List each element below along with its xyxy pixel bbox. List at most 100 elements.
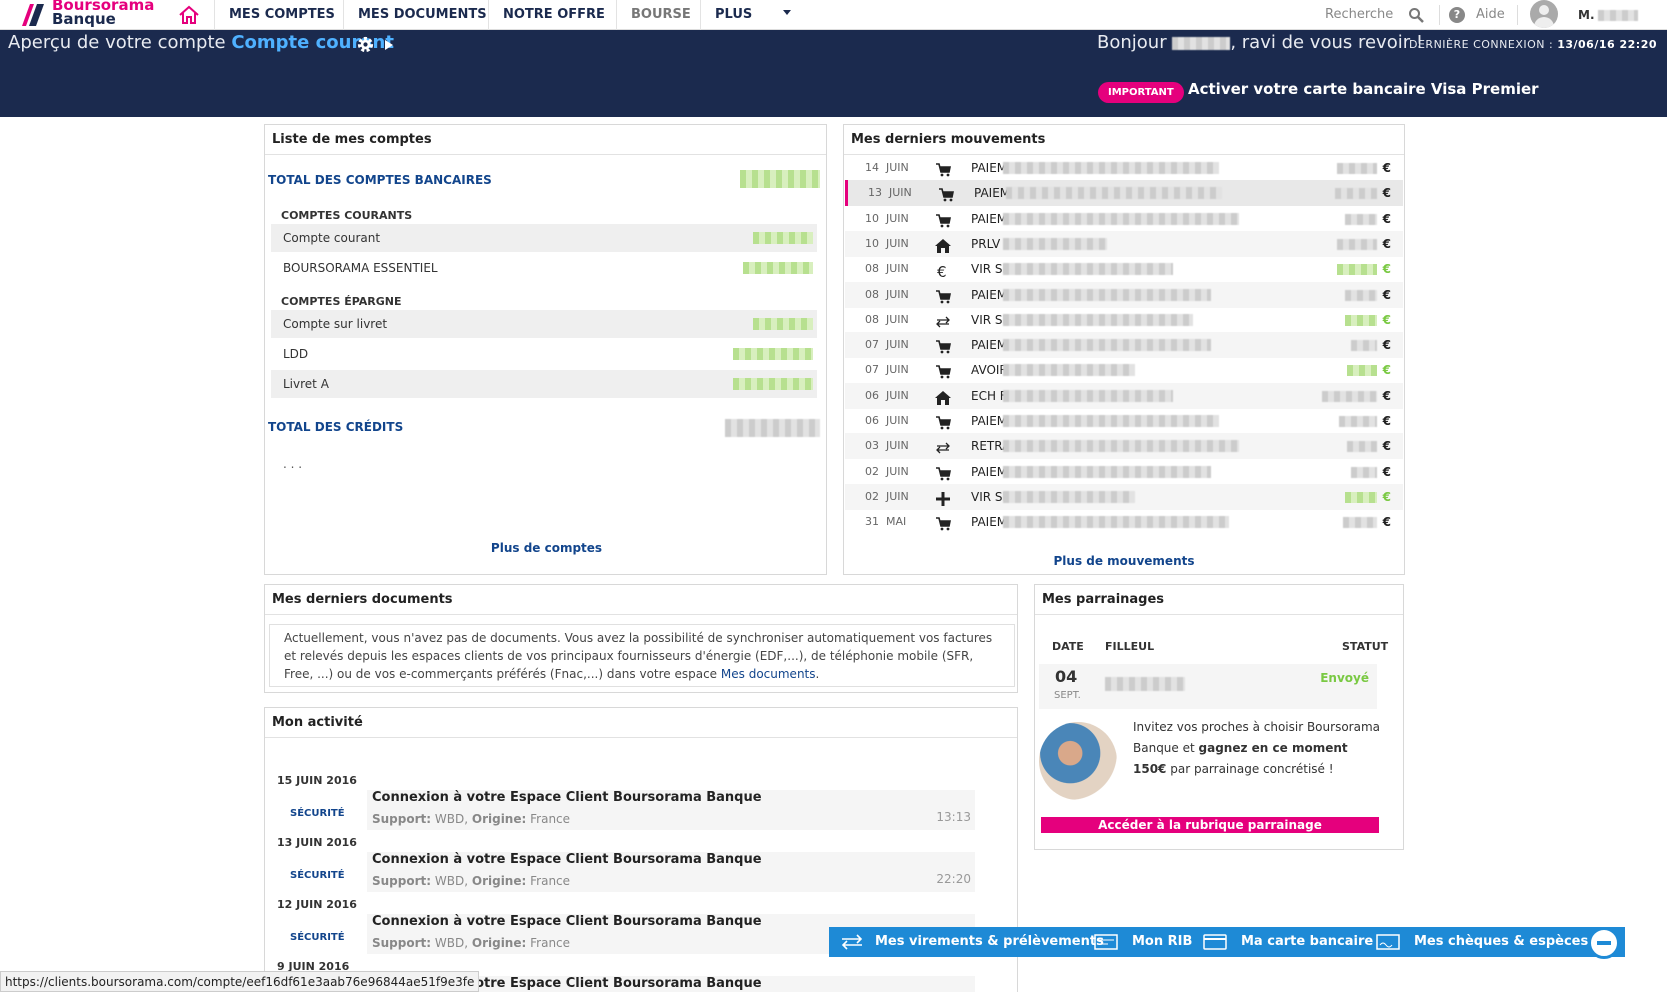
- movement-row[interactable]: 02 JUIN PAIEM €: [845, 459, 1403, 485]
- movement-day: 02: [865, 464, 879, 478]
- referral-day: 04: [1055, 667, 1078, 686]
- movement-row[interactable]: 10 JUIN PRLV €: [845, 230, 1403, 257]
- movement-day: 07: [865, 363, 879, 377]
- movement-row[interactable]: 08 JUIN PAIEM €: [845, 281, 1403, 308]
- movement-label: PAIEM: [971, 287, 1008, 302]
- movement-currency: €: [1382, 186, 1391, 201]
- support-label: Support:: [372, 874, 432, 888]
- movement-month: MAI: [886, 515, 907, 529]
- referral-text: Invitez vos proches à choisir Boursorama…: [1133, 717, 1383, 780]
- rib-icon: [1094, 934, 1118, 950]
- transfer-icon: [935, 313, 951, 328]
- movement-row[interactable]: 06 JUIN ECH F €: [845, 382, 1403, 409]
- movement-row[interactable]: 10 JUIN PAIEM €: [845, 206, 1403, 232]
- account-row[interactable]: Compte courant: [271, 224, 817, 252]
- movement-month: JUIN: [886, 161, 909, 174]
- activity-tag: SÉCURITÉ: [290, 808, 345, 819]
- chevron-down-icon[interactable]: [783, 10, 791, 15]
- movement-currency: €: [1382, 338, 1391, 353]
- documents-panel-title: Mes derniers documents: [265, 585, 1017, 615]
- referral-button[interactable]: Accéder à la rubrique parrainage: [1041, 817, 1379, 833]
- avatar[interactable]: [1530, 0, 1558, 28]
- more-accounts-link[interactable]: Plus de comptes: [265, 541, 828, 555]
- masked-description: [1003, 263, 1173, 276]
- movement-row[interactable]: 31 MAI PAIEM €: [845, 509, 1403, 535]
- gear-icon[interactable]: [356, 35, 375, 54]
- masked-description: [1003, 162, 1219, 174]
- masked-amount: [1345, 289, 1377, 301]
- account-name: LDD: [283, 347, 309, 361]
- origin-value: France: [530, 874, 571, 888]
- documents-text-tail: .: [815, 667, 820, 681]
- help-icon[interactable]: ?: [1449, 7, 1465, 23]
- account-row[interactable]: Livret A: [271, 370, 817, 398]
- movement-row[interactable]: 02 JUIN VIR SI €: [845, 483, 1403, 510]
- movement-row[interactable]: 06 JUIN PAIEM €: [845, 408, 1403, 434]
- activate-card-link[interactable]: Activer votre carte bancaire Visa Premie…: [1188, 80, 1539, 98]
- masked-amount: [1345, 213, 1377, 225]
- movement-row[interactable]: 14 JUIN PAIEM €: [845, 155, 1403, 181]
- movement-currency: €: [1382, 262, 1391, 277]
- masked-amount: [1351, 466, 1377, 478]
- activity-tag: SÉCURITÉ: [290, 870, 345, 881]
- masked-description: [1003, 364, 1135, 377]
- movement-row[interactable]: 08 JUIN € VIR SI €: [845, 256, 1403, 282]
- support-value: WBD,: [434, 874, 469, 888]
- nav-bourse[interactable]: BOURSE: [616, 0, 705, 30]
- mes-documents-link[interactable]: Mes documents: [721, 667, 816, 681]
- quick-cheques[interactable]: Mes chèques & espèces: [1414, 927, 1588, 957]
- origin-label: Origine:: [471, 874, 527, 888]
- home-icon[interactable]: [178, 5, 200, 25]
- collapse-toggle-icon[interactable]: [1588, 927, 1620, 959]
- movement-row[interactable]: 07 JUIN AVOIR €: [845, 357, 1403, 383]
- quick-carte[interactable]: Ma carte bancaire: [1241, 927, 1373, 957]
- search-icon[interactable]: [1408, 7, 1424, 23]
- activity-details: Support: WBD, Origine: France: [372, 936, 570, 950]
- movement-month: JUIN: [886, 312, 909, 326]
- activity-title: Connexion à votre Espace Client Boursora…: [372, 914, 762, 929]
- activity-item[interactable]: Connexion à votre Espace Client Boursora…: [367, 790, 975, 830]
- account-row[interactable]: BOURSORAMA ESSENTIEL: [271, 254, 817, 282]
- total-credits-label[interactable]: TOTAL DES CRÉDITS: [268, 420, 403, 434]
- movement-month: JUIN: [886, 414, 909, 427]
- masked-description: [1003, 516, 1229, 529]
- account-name: Compte sur livret: [283, 317, 388, 331]
- nav-notre-offre[interactable]: NOTRE OFFRE: [488, 0, 619, 30]
- movement-day: 10: [865, 211, 879, 225]
- support-value: WBD,: [434, 812, 469, 826]
- quick-rib[interactable]: Mon RIB: [1132, 927, 1192, 957]
- masked-amount: [1337, 238, 1377, 250]
- movement-row[interactable]: 07 JUIN PAIEM €: [845, 332, 1403, 359]
- cart-icon: [935, 515, 951, 531]
- help-label[interactable]: Aide: [1476, 0, 1505, 30]
- total-bank-accounts-label[interactable]: TOTAL DES COMPTES BANCAIRES: [268, 173, 492, 187]
- activity-date: 13 JUIN 2016: [277, 836, 357, 849]
- col-statut: STATUT: [1342, 640, 1389, 653]
- movement-day: 02: [865, 489, 879, 503]
- movement-row[interactable]: 08 JUIN VIR SI €: [845, 307, 1403, 333]
- account-row[interactable]: LDD: [271, 340, 817, 368]
- movement-month: JUIN: [889, 186, 912, 200]
- movement-day: 31: [865, 515, 879, 529]
- account-name: Livret A: [283, 377, 329, 391]
- nav-divider: [1517, 5, 1518, 25]
- boursorama-logo[interactable]: Boursorama Banque: [20, 0, 154, 30]
- quick-virements[interactable]: Mes virements & prélèvements: [875, 927, 1104, 957]
- user-menu[interactable]: M.: [1578, 0, 1638, 30]
- masked-amount: [1337, 264, 1377, 276]
- movement-row[interactable]: 13 JUIN PAIEM €: [845, 180, 1403, 207]
- account-row[interactable]: Compte sur livret: [271, 310, 817, 338]
- masked-amount: [1345, 314, 1377, 326]
- play-arrow-icon[interactable]: [385, 40, 393, 50]
- nav-mes-documents[interactable]: MES DOCUMENTS: [343, 0, 501, 30]
- movement-month: JUIN: [886, 236, 909, 250]
- activity-item[interactable]: Connexion à votre Espace Client Boursora…: [367, 852, 975, 892]
- transfer-icon: [935, 439, 951, 454]
- masked-description: [1003, 288, 1211, 301]
- more-movements-link[interactable]: Plus de mouvements: [844, 554, 1404, 568]
- search-label[interactable]: Recherche: [1325, 0, 1393, 30]
- movement-label: VIR SI: [971, 262, 1007, 277]
- movement-row[interactable]: 03 JUIN RETRA €: [845, 433, 1403, 460]
- nav-plus[interactable]: PLUS: [700, 0, 822, 30]
- nav-mes-comptes[interactable]: MES COMPTES: [214, 0, 349, 30]
